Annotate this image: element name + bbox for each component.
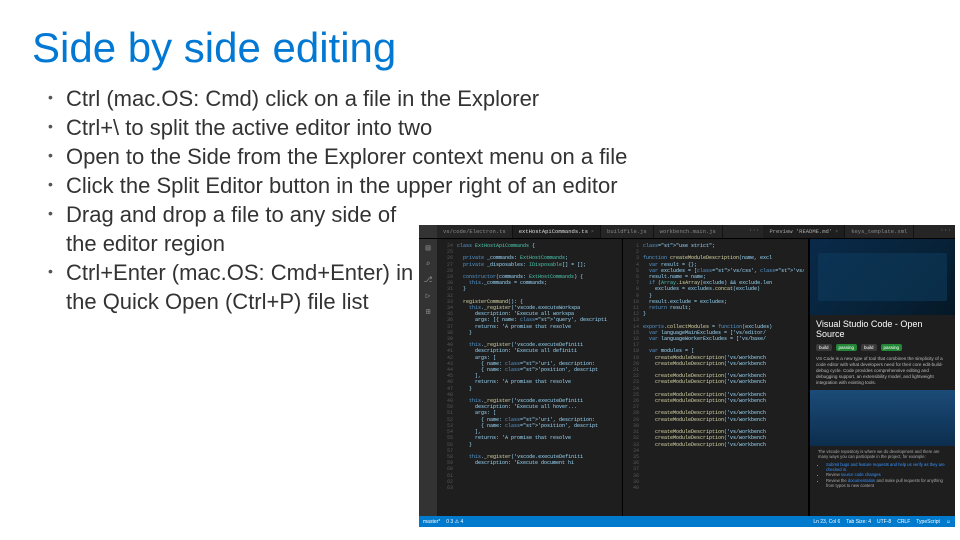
preview-paragraph: The vscode repository is where we do dev…	[810, 449, 955, 489]
list-item: Ctrl+Enter (mac.OS: Cmd+Enter) in the Qu…	[48, 258, 428, 316]
tab-label: workbench.main.js	[660, 228, 716, 235]
status-cursor[interactable]: Ln 23, Col 6	[813, 519, 840, 525]
tab-inactive[interactable]: vs/code/Electron.ts	[437, 225, 513, 238]
tab-inactive[interactable]: keys_template.xml	[845, 225, 914, 238]
tab-inactive[interactable]: buildfile.js	[601, 225, 654, 238]
status-branch[interactable]: master*	[423, 519, 440, 525]
markdown-preview-pane[interactable]: Visual Studio Code - Open Source buildpa…	[809, 239, 955, 516]
preview-paragraph: VS Code is a new type of tool that combi…	[810, 353, 955, 390]
debug-icon[interactable]: ▷	[426, 291, 431, 301]
list-item: Ctrl+\ to split the active editor into t…	[48, 113, 928, 142]
build-badges: buildpassing buildpassing	[810, 342, 955, 353]
badge-label: build	[861, 344, 877, 351]
list-item: Ctrl (mac.OS: Cmd) click on a file in th…	[48, 84, 928, 113]
editor-pane-left[interactable]: 24 25 26 27 28 29 30 31 32 33 34 35 36 3…	[437, 239, 623, 516]
status-indent[interactable]: Tab Size: 4	[846, 519, 871, 525]
status-feedback-icon[interactable]: ☺	[946, 519, 951, 525]
status-problems[interactable]: 0 3 ⚠ 4	[446, 519, 463, 525]
line-gutter: 1 2 3 4 5 6 7 8 9 10 11 12 13 14 15 16 1…	[627, 243, 639, 512]
scm-icon[interactable]: ⎇	[423, 275, 432, 285]
overflow-icon[interactable]: ···	[936, 225, 955, 238]
preview-hero-image	[810, 239, 955, 315]
list-item: Open to the Side from the Explorer conte…	[48, 142, 928, 171]
badge-status: passing	[881, 344, 903, 351]
tab-label: keys_template.xml	[851, 228, 907, 235]
close-icon[interactable]: ×	[835, 229, 838, 235]
status-bar: master* 0 3 ⚠ 4 Ln 23, Col 6 Tab Size: 4…	[419, 516, 955, 527]
code-content[interactable]: class ExtHostApiCommands { private _comm…	[457, 243, 618, 512]
badge-status: passing	[836, 344, 858, 351]
tab-inactive[interactable]: workbench.main.js	[654, 225, 723, 238]
preview-link[interactable]: source code changes	[841, 472, 881, 477]
preview-link[interactable]: Submit bugs and feature requests and hel…	[826, 462, 945, 472]
activity-bar: ▤ ⌕ ⎇ ▷ ⊞	[419, 239, 437, 516]
search-icon[interactable]: ⌕	[426, 259, 431, 269]
preview-heading: Visual Studio Code - Open Source	[810, 315, 955, 342]
status-language[interactable]: TypeScript	[916, 519, 940, 525]
preview-list-item: Review the documentation and make pull r…	[826, 478, 947, 489]
explorer-icon[interactable]: ▤	[426, 243, 431, 253]
extensions-icon[interactable]: ⊞	[426, 307, 431, 317]
preview-screenshot-image	[810, 390, 955, 446]
tab-label: extHostApiCommands.ts	[519, 228, 588, 235]
activity-bar-stub	[419, 225, 437, 238]
slide-title: Side by side editing	[0, 0, 960, 84]
tab-label: vs/code/Electron.ts	[443, 228, 506, 235]
line-gutter: 24 25 26 27 28 29 30 31 32 33 34 35 36 3…	[441, 243, 453, 512]
preview-list-item: Submit bugs and feature requests and hel…	[826, 462, 947, 473]
list-item: Click the Split Editor button in the upp…	[48, 171, 928, 200]
tab-label: buildfile.js	[607, 228, 647, 235]
status-eol[interactable]: CRLF	[897, 519, 910, 525]
list-item: Drag and drop a file to any side of the …	[48, 200, 428, 258]
badge-label: build	[816, 344, 832, 351]
tab-bar: vs/code/Electron.ts extHostApiCommands.t…	[419, 225, 955, 239]
preview-text: The vscode repository is where we do dev…	[818, 449, 940, 459]
vscode-screenshot: vs/code/Electron.ts extHostApiCommands.t…	[419, 225, 955, 527]
tab-label: Preview 'README.md'	[769, 228, 832, 235]
close-icon[interactable]: ×	[591, 229, 594, 235]
tab-preview[interactable]: Preview 'README.md' ×	[763, 225, 845, 238]
preview-link[interactable]: documentation	[848, 478, 875, 483]
code-content[interactable]: class="st">"use strict"; function create…	[643, 243, 804, 512]
overflow-icon[interactable]: ···	[745, 225, 764, 238]
tab-active[interactable]: extHostApiCommands.ts ×	[513, 225, 601, 238]
status-encoding[interactable]: UTF-8	[877, 519, 891, 525]
editor-pane-middle[interactable]: 1 2 3 4 5 6 7 8 9 10 11 12 13 14 15 16 1…	[623, 239, 809, 516]
